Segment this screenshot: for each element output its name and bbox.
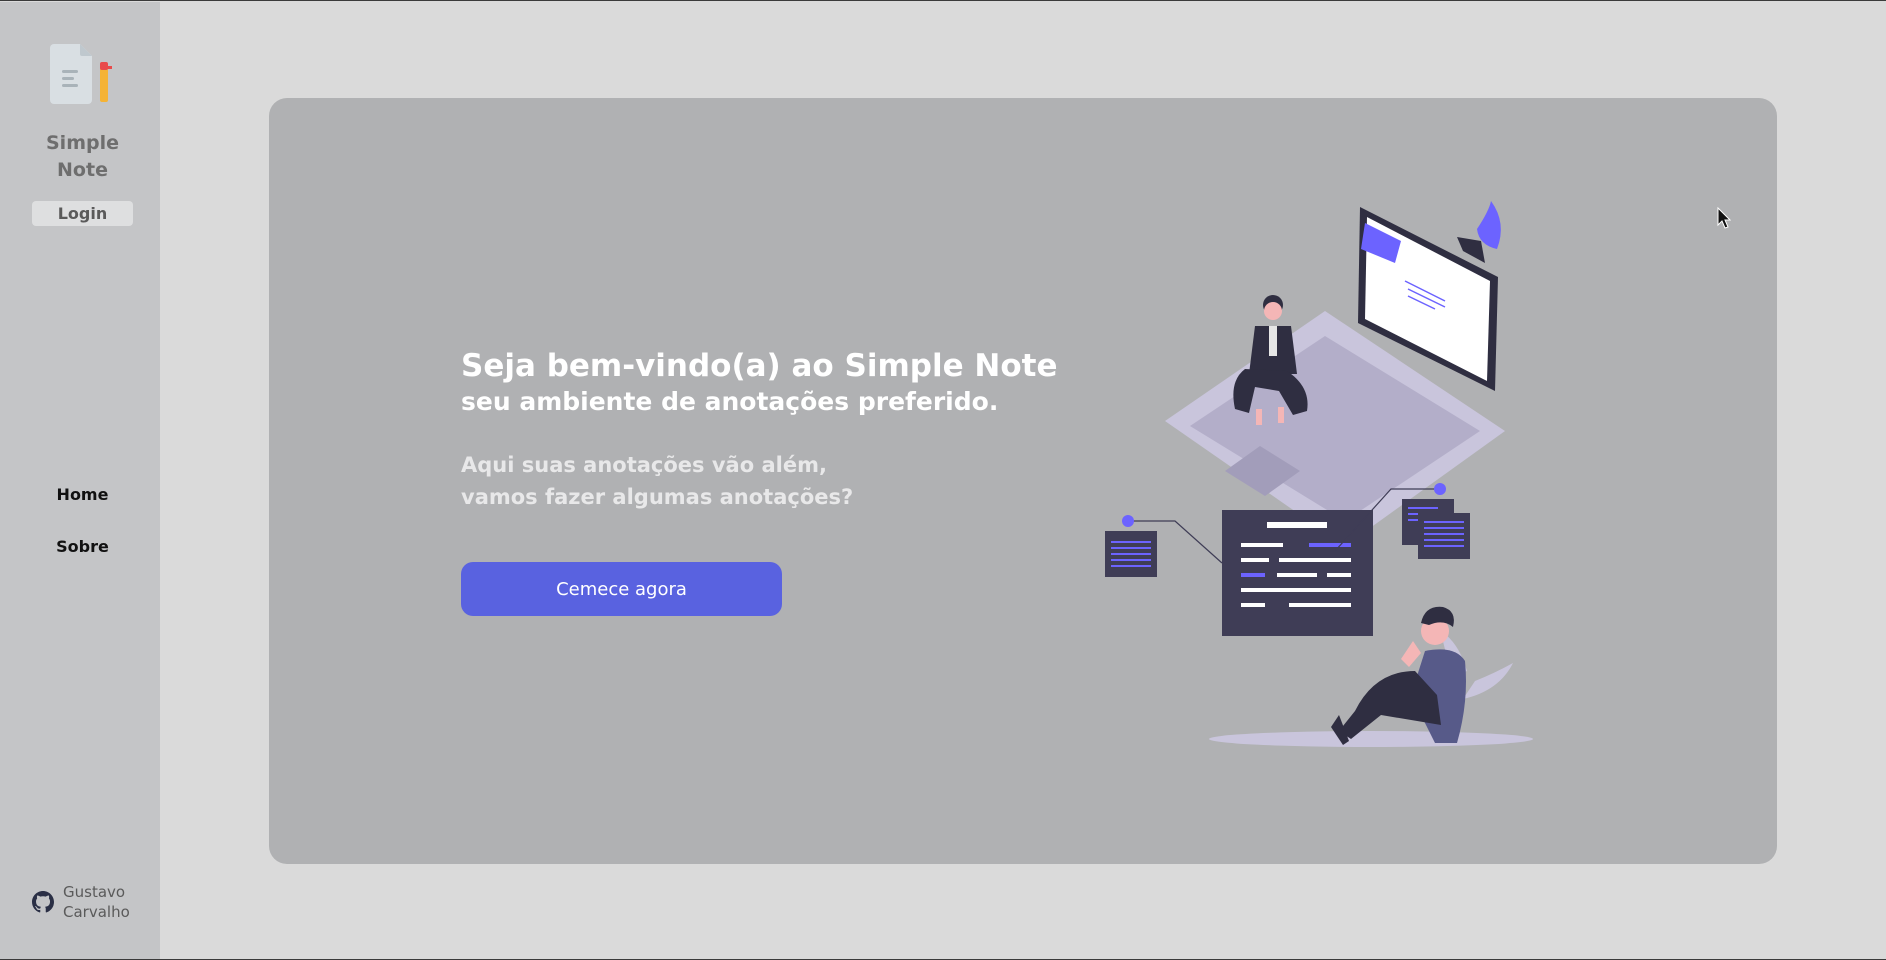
hero-description-line1: Aqui suas anotações vão além, [461, 453, 827, 477]
author-name: Gustavo Carvalho [63, 882, 130, 922]
nav-item-sobre[interactable]: Sobre [0, 537, 165, 556]
github-icon [32, 891, 54, 913]
app-title: Simple Note [0, 130, 165, 184]
hero-title: Seja bem-vindo(a) ao Simple Note [461, 348, 1058, 384]
mouse-cursor-icon [1717, 207, 1731, 229]
sidebar: Simple Note Login Home Sobre Gustavo Car… [0, 2, 160, 959]
app-title-line1: Simple [46, 132, 119, 154]
notes-illustration [1105, 201, 1533, 747]
hero-subtitle: seu ambiente de anotações preferido. [461, 387, 999, 416]
hero-description: Aqui suas anotações vão além, vamos faze… [461, 449, 853, 513]
author-link[interactable]: Gustavo Carvalho [32, 882, 130, 922]
hero-headline: Seja bem-vindo(a) ao Simple Note seu amb… [461, 345, 1058, 417]
author-last-name: Carvalho [63, 903, 130, 921]
note-logo-icon [50, 44, 112, 104]
hero-description-line2: vamos fazer algumas anotações? [461, 485, 854, 509]
author-first-name: Gustavo [63, 883, 126, 901]
get-started-button[interactable]: Cemece agora [461, 562, 782, 616]
laptop-illustration [1165, 201, 1505, 546]
login-button[interactable]: Login [32, 201, 133, 226]
app-frame: Simple Note Login Home Sobre Gustavo Car… [0, 0, 1886, 960]
app-title-line2: Note [57, 159, 108, 181]
nav-item-home[interactable]: Home [0, 485, 165, 504]
